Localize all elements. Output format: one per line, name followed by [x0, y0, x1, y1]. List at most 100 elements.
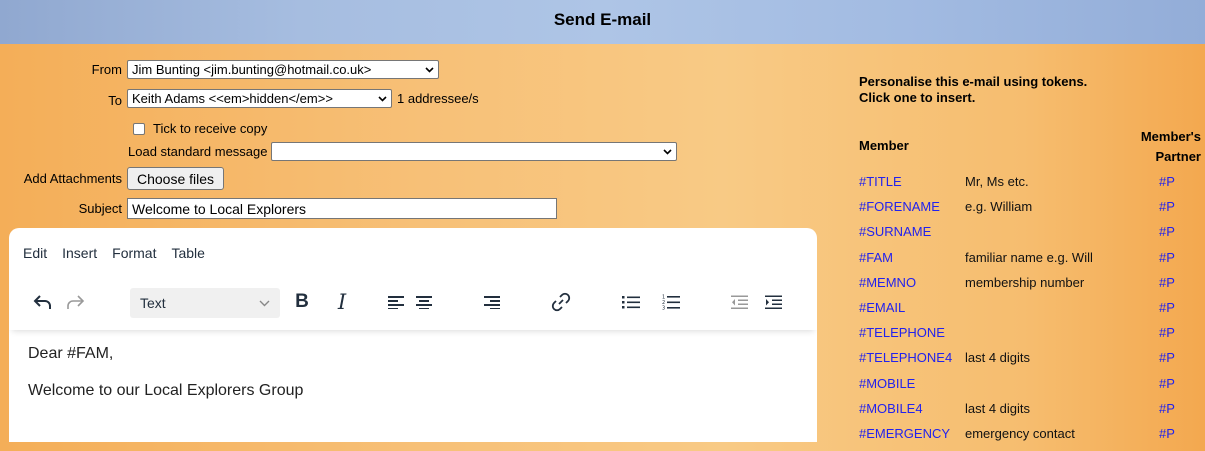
attachments-label: Add Attachments	[23, 171, 122, 186]
token-row: #MEMNO membership number #P	[859, 275, 1189, 300]
receive-copy-label: Tick to receive copy	[153, 121, 268, 136]
standard-message-select[interactable]	[271, 142, 678, 161]
numbered-list-button[interactable]: 123	[659, 288, 683, 316]
token-row: #MOBILE4 last 4 digits #P	[859, 401, 1189, 426]
token-description: last 4 digits	[965, 350, 1031, 366]
subject-input[interactable]: Welcome to Local Explorers	[127, 198, 557, 219]
token-description: e.g. William	[965, 199, 1033, 215]
to-select[interactable]: Keith Adams <<em>hidden</em>>	[127, 89, 392, 108]
from-select-value: Jim Bunting <jim.bunting@hotmail.co.uk>	[132, 62, 372, 77]
partner-token-link[interactable]: #P	[1159, 300, 1175, 315]
block-format-select[interactable]: Text	[130, 288, 280, 318]
token-description: emergency contact	[965, 426, 1075, 441]
to-row: To Keith Adams <<em>hidden</em>> 1 addre…	[0, 89, 479, 108]
token-row: #EMERGENCY emergency contact #P	[859, 426, 1189, 451]
standard-message-row: Load standard message	[128, 142, 678, 161]
align-center-button[interactable]	[413, 288, 435, 316]
member-token-link[interactable]: #EMERGENCY	[859, 426, 950, 441]
editor-menubar: Edit Insert Format Table	[9, 228, 817, 278]
token-row: #TITLE Mr, Ms etc. #P	[859, 174, 1189, 199]
block-format-value: Text	[140, 295, 166, 311]
link-icon	[551, 292, 571, 312]
outdent-button[interactable]	[727, 288, 751, 316]
align-right-button[interactable]	[481, 288, 503, 316]
rich-text-editor: Edit Insert Format Table Text B I 1 2 3 …	[9, 228, 817, 442]
partner-token-link[interactable]: #P	[1159, 350, 1175, 365]
token-row: #MOBILE #P	[859, 376, 1189, 401]
content-paragraph[interactable]: Welcome to our Local Explorers Group	[28, 382, 303, 400]
chevron-down-icon	[259, 300, 270, 306]
member-token-link[interactable]: #TITLE	[859, 174, 902, 189]
member-token-link[interactable]: #EMAIL	[859, 300, 905, 315]
redo-icon	[67, 295, 85, 309]
partner-token-link[interactable]: #P	[1159, 325, 1175, 340]
token-row: #FAM familiar name e.g. Will #P	[859, 250, 1189, 275]
link-button[interactable]	[549, 288, 573, 316]
attachments-row: Add Attachments Choose files	[0, 167, 225, 190]
from-label: From	[91, 62, 122, 77]
outdent-icon	[730, 295, 748, 309]
bold-button[interactable]: B	[291, 288, 313, 316]
redo-button[interactable]	[63, 288, 87, 316]
partner-token-link[interactable]: #P	[1159, 426, 1175, 441]
italic-icon: I	[337, 290, 347, 314]
italic-button[interactable]: I	[331, 288, 353, 316]
partner-token-link[interactable]: #P	[1159, 174, 1175, 189]
tokens-heading-line1: Personalise this e-mail using tokens.	[859, 74, 1088, 89]
partner-token-link[interactable]: #P	[1159, 275, 1175, 290]
standard-message-label: Load standard message	[128, 144, 268, 159]
token-description: last 4 digits	[965, 400, 1031, 416]
token-row: #EMAIL #P	[859, 300, 1189, 325]
addressee-count: 1 addressee/s	[397, 91, 479, 106]
indent-button[interactable]	[761, 288, 785, 316]
chevron-down-icon	[378, 95, 387, 102]
member-token-link[interactable]: #FORENAME	[859, 199, 940, 214]
align-right-icon	[484, 296, 500, 309]
partner-header-line1: Member's	[1140, 129, 1201, 144]
partner-token-link[interactable]: #P	[1159, 376, 1175, 391]
menu-edit[interactable]: Edit	[23, 245, 47, 261]
align-left-icon	[388, 296, 404, 309]
editor-content[interactable]: Dear #FAM, Welcome to our Local Explorer…	[28, 345, 303, 419]
bullet-list-icon	[622, 296, 640, 309]
editor-toolbar: Text B I 123	[9, 280, 817, 330]
indent-icon	[764, 295, 782, 309]
receive-copy-checkbox[interactable]	[133, 122, 145, 135]
partner-token-link[interactable]: #P	[1159, 250, 1175, 265]
menu-insert[interactable]: Insert	[62, 245, 97, 261]
align-left-button[interactable]	[385, 288, 407, 316]
member-token-link[interactable]: #FAM	[859, 250, 893, 265]
member-token-link[interactable]: #MOBILE	[859, 376, 915, 391]
align-center-icon	[416, 296, 432, 309]
bold-icon: B	[295, 291, 309, 312]
partner-token-link[interactable]: #P	[1159, 199, 1175, 214]
token-description: familiar name e.g. Will	[965, 249, 1093, 265]
chevron-down-icon	[425, 66, 434, 73]
page-title: Send E-mail	[553, 10, 652, 29]
member-token-link[interactable]: #MEMNO	[859, 275, 916, 290]
menu-table[interactable]: Table	[171, 245, 204, 261]
content-paragraph[interactable]: Dear #FAM,	[28, 345, 303, 363]
partner-token-link[interactable]: #P	[1159, 401, 1175, 416]
menu-format[interactable]: Format	[112, 245, 156, 261]
token-description: membership number	[965, 274, 1085, 290]
choose-files-button[interactable]: Choose files	[127, 167, 225, 190]
partner-token-link[interactable]: #P	[1159, 224, 1175, 239]
undo-icon	[33, 295, 51, 309]
token-row: #TELEPHONE4 last 4 digits #P	[859, 350, 1189, 375]
bullet-list-button[interactable]	[619, 288, 643, 316]
undo-button[interactable]	[31, 288, 55, 316]
numbered-list-icon: 123	[662, 295, 680, 311]
member-token-link[interactable]: #TELEPHONE	[859, 325, 945, 340]
from-row: From Jim Bunting <jim.bunting@hotmail.co…	[0, 60, 439, 79]
member-token-link[interactable]: #SURNAME	[859, 224, 931, 239]
member-token-link[interactable]: #TELEPHONE4	[859, 350, 952, 365]
svg-text:3: 3	[662, 306, 665, 311]
tokens-heading: Personalise this e-mail using tokens. Cl…	[859, 74, 1087, 106]
from-select[interactable]: Jim Bunting <jim.bunting@hotmail.co.uk>	[127, 60, 439, 79]
to-label: To	[108, 93, 122, 108]
partner-column-header: Member's Partner	[1136, 127, 1201, 167]
token-row: #TELEPHONE #P	[859, 325, 1189, 350]
token-row: #FORENAME e.g. William #P	[859, 199, 1189, 224]
member-token-link[interactable]: #MOBILE4	[859, 401, 923, 416]
